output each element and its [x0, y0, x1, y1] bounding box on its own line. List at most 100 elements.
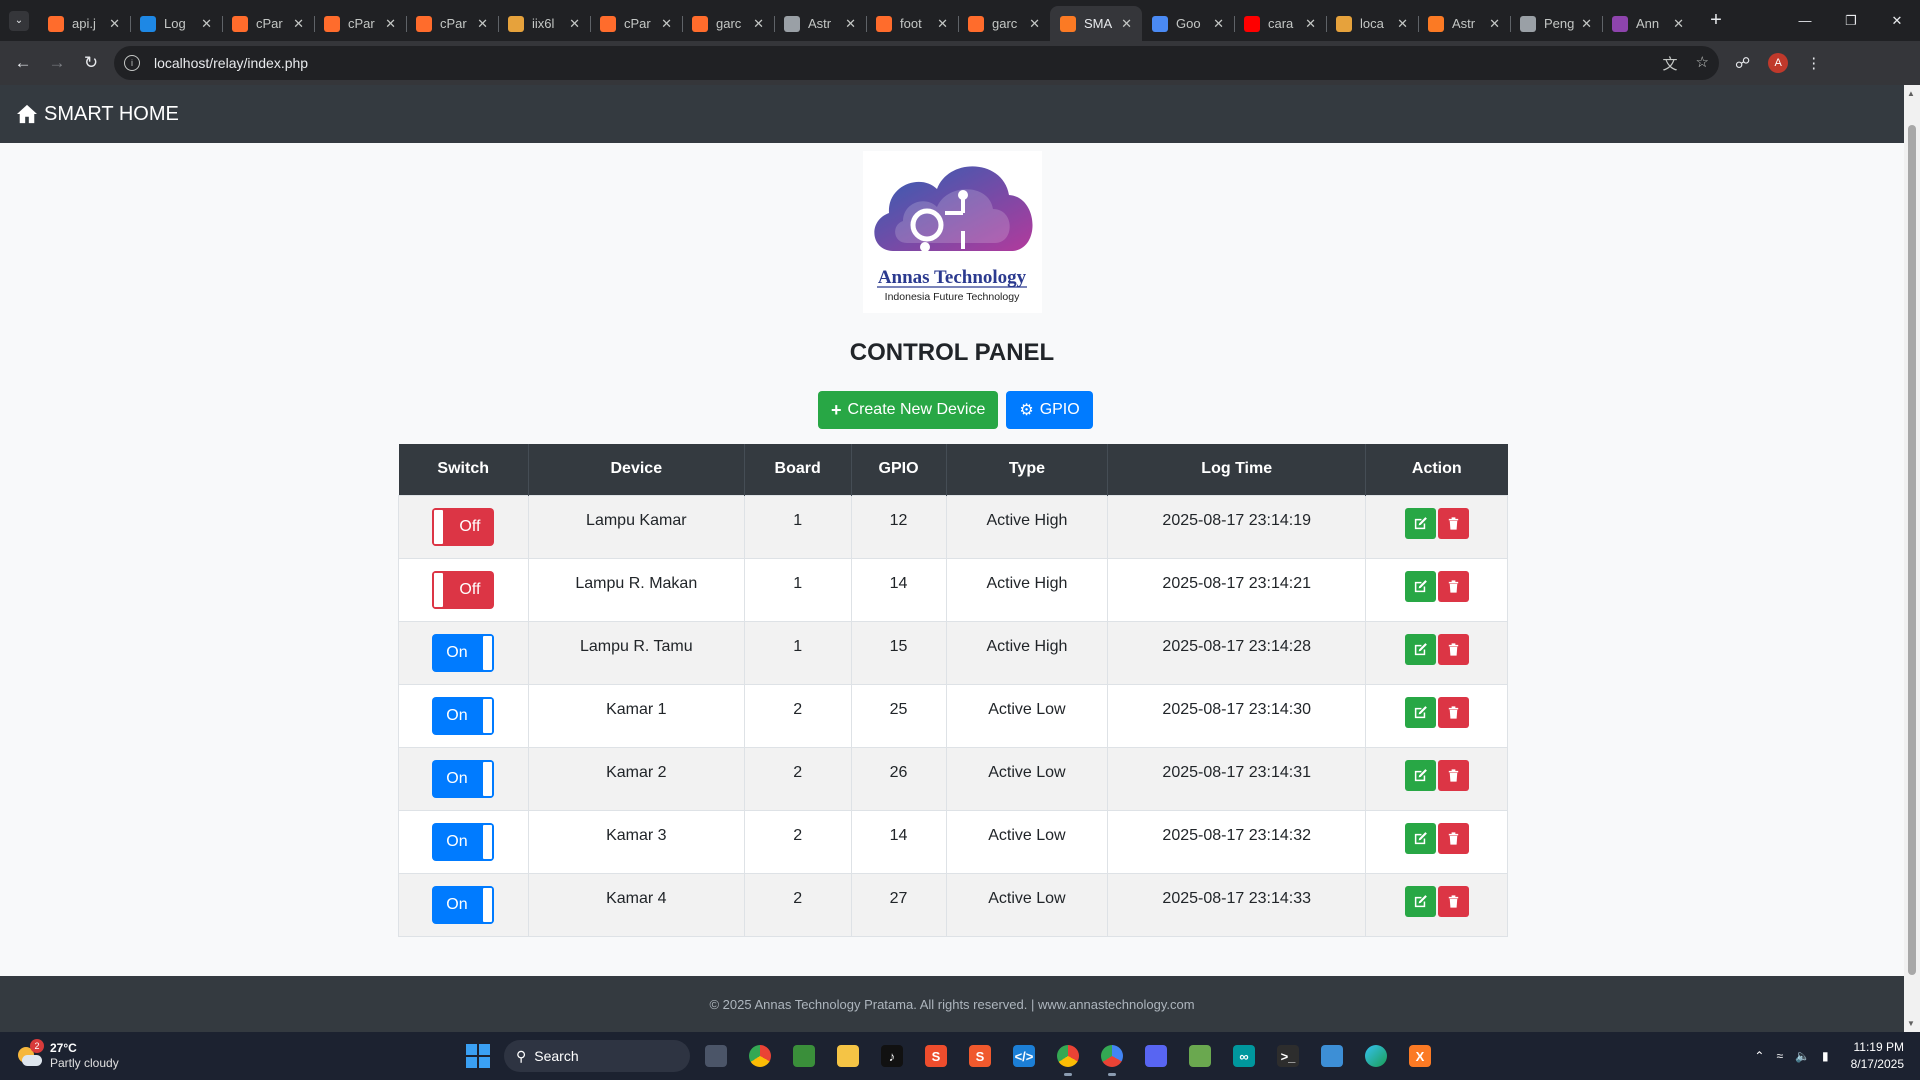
delete-button[interactable]: [1437, 570, 1469, 602]
edit-button[interactable]: [1404, 822, 1436, 854]
battery-icon[interactable]: ▮: [1822, 1049, 1829, 1063]
browser-tab[interactable]: Peng ✕: [1510, 6, 1602, 41]
chrome-profile-icon[interactable]: [1094, 1038, 1130, 1076]
file-explorer-icon[interactable]: [830, 1038, 866, 1074]
shopee-seller-icon[interactable]: S: [962, 1038, 998, 1074]
tab-close-icon[interactable]: ✕: [1581, 16, 1592, 32]
relay-toggle-switch[interactable]: Off: [432, 570, 495, 609]
tab-close-icon[interactable]: ✕: [1213, 16, 1224, 32]
tab-close-icon[interactable]: ✕: [1397, 16, 1408, 32]
browser-tab[interactable]: loca ✕: [1326, 6, 1418, 41]
page-scrollbar[interactable]: ▲ ▼: [1904, 85, 1920, 1032]
tab-close-icon[interactable]: ✕: [569, 16, 580, 32]
scroll-thumb[interactable]: [1908, 125, 1916, 975]
browser-tab[interactable]: foot ✕: [866, 6, 958, 41]
bookmark-star-icon[interactable]: ☆: [1696, 53, 1709, 74]
reload-icon[interactable]: ↻: [74, 46, 108, 80]
browser-tab[interactable]: Goo ✕: [1142, 6, 1234, 41]
tab-close-icon[interactable]: ✕: [1305, 16, 1316, 32]
restore-icon[interactable]: ❐: [1828, 0, 1874, 41]
vscode-icon[interactable]: </>: [1006, 1038, 1042, 1074]
delete-button[interactable]: [1437, 759, 1469, 791]
discord-icon[interactable]: [1138, 1038, 1174, 1074]
edit-button[interactable]: [1404, 633, 1436, 665]
tab-close-icon[interactable]: ✕: [109, 16, 120, 32]
tab-close-icon[interactable]: ✕: [293, 16, 304, 32]
relay-toggle-switch[interactable]: Off: [432, 507, 495, 546]
relay-toggle-switch[interactable]: On: [432, 885, 495, 924]
browser-tab[interactable]: cara ✕: [1234, 6, 1326, 41]
browser-tab[interactable]: cPar ✕: [590, 6, 682, 41]
tab-close-icon[interactable]: ✕: [385, 16, 396, 32]
tab-close-icon[interactable]: ✕: [1489, 16, 1500, 32]
tab-close-icon[interactable]: ✕: [1121, 16, 1132, 32]
browser-tab[interactable]: cPar ✕: [314, 6, 406, 41]
tab-close-icon[interactable]: ✕: [845, 16, 856, 32]
tab-close-icon[interactable]: ✕: [661, 16, 672, 32]
volume-icon[interactable]: 🔈: [1795, 1049, 1810, 1063]
translate-icon[interactable]: 文: [1663, 53, 1678, 74]
delete-button[interactable]: [1437, 507, 1469, 539]
close-window-icon[interactable]: ✕: [1874, 0, 1920, 41]
chrome-active-icon[interactable]: [1050, 1038, 1086, 1076]
site-info-icon[interactable]: i: [124, 55, 140, 71]
back-arrow-icon[interactable]: ←: [6, 46, 40, 80]
browser-tab[interactable]: garc ✕: [682, 6, 774, 41]
browser-tab[interactable]: Astr ✕: [1418, 6, 1510, 41]
tab-close-icon[interactable]: ✕: [937, 16, 948, 32]
tab-search-chevron-icon[interactable]: ⌄: [9, 10, 29, 31]
delete-button[interactable]: [1437, 822, 1469, 854]
tab-close-icon[interactable]: ✕: [477, 16, 488, 32]
tab-close-icon[interactable]: ✕: [201, 16, 212, 32]
new-tab-button[interactable]: +: [1702, 9, 1730, 32]
minimize-icon[interactable]: —: [1782, 0, 1828, 41]
taskbar-search[interactable]: ⚲ Search: [504, 1040, 690, 1072]
browser-tab[interactable]: SMA ✕: [1050, 6, 1142, 41]
profile-avatar[interactable]: A: [1768, 53, 1789, 73]
browser-tab[interactable]: api.j ✕: [38, 6, 130, 41]
windows-start-icon[interactable]: [460, 1038, 496, 1074]
browser-tab[interactable]: Astr ✕: [774, 6, 866, 41]
tab-close-icon[interactable]: ✕: [1673, 16, 1684, 32]
browser-tab[interactable]: iix6l ✕: [498, 6, 590, 41]
edit-button[interactable]: [1404, 696, 1436, 728]
terminal-icon[interactable]: >_: [1270, 1038, 1306, 1074]
edit-button[interactable]: [1404, 507, 1436, 539]
url-text[interactable]: localhost/relay/index.php: [154, 55, 308, 71]
relay-toggle-switch[interactable]: On: [432, 633, 495, 672]
chrome-icon[interactable]: [742, 1038, 778, 1074]
tab-close-icon[interactable]: ✕: [753, 16, 764, 32]
browser-tab[interactable]: cPar ✕: [406, 6, 498, 41]
scroll-down-icon[interactable]: ▼: [1907, 1019, 1915, 1028]
notepad-icon[interactable]: [1314, 1038, 1350, 1074]
create-device-button[interactable]: + Create New Device: [818, 391, 999, 429]
delete-button[interactable]: [1437, 696, 1469, 728]
gpio-button[interactable]: ⚙ GPIO: [1006, 391, 1093, 429]
delete-button[interactable]: [1437, 885, 1469, 917]
relay-toggle-switch[interactable]: On: [432, 822, 495, 861]
forward-arrow-icon[interactable]: →: [40, 46, 74, 80]
edge-icon[interactable]: [1358, 1038, 1394, 1074]
task-view-icon[interactable]: [698, 1038, 734, 1074]
browser-tab[interactable]: Ann ✕: [1602, 6, 1694, 41]
delete-button[interactable]: [1437, 633, 1469, 665]
edit-button[interactable]: [1404, 759, 1436, 791]
menu-kebab-icon[interactable]: ⋮: [1806, 54, 1821, 72]
arduino-icon[interactable]: ∞: [1226, 1038, 1262, 1074]
browser-tab[interactable]: garc ✕: [958, 6, 1050, 41]
clock[interactable]: 11:19 PM 8/17/2025: [1851, 1039, 1904, 1073]
edit-button[interactable]: [1404, 885, 1436, 917]
relay-toggle-switch[interactable]: On: [432, 759, 495, 798]
owl-app-icon[interactable]: [786, 1038, 822, 1074]
tiktok-icon[interactable]: ♪: [874, 1038, 910, 1074]
wifi-icon[interactable]: ≈: [1776, 1049, 1783, 1063]
navbar-brand[interactable]: SMART HOME: [44, 103, 179, 126]
browser-tab[interactable]: Log ✕: [130, 6, 222, 41]
edit-button[interactable]: [1404, 570, 1436, 602]
xampp-icon[interactable]: X: [1402, 1038, 1438, 1074]
photo-app-icon[interactable]: [1182, 1038, 1218, 1074]
address-bar[interactable]: i localhost/relay/index.php 文 ☆: [114, 46, 1719, 80]
relay-toggle-switch[interactable]: On: [432, 696, 495, 735]
tab-close-icon[interactable]: ✕: [1029, 16, 1040, 32]
scroll-up-icon[interactable]: ▲: [1907, 89, 1915, 98]
